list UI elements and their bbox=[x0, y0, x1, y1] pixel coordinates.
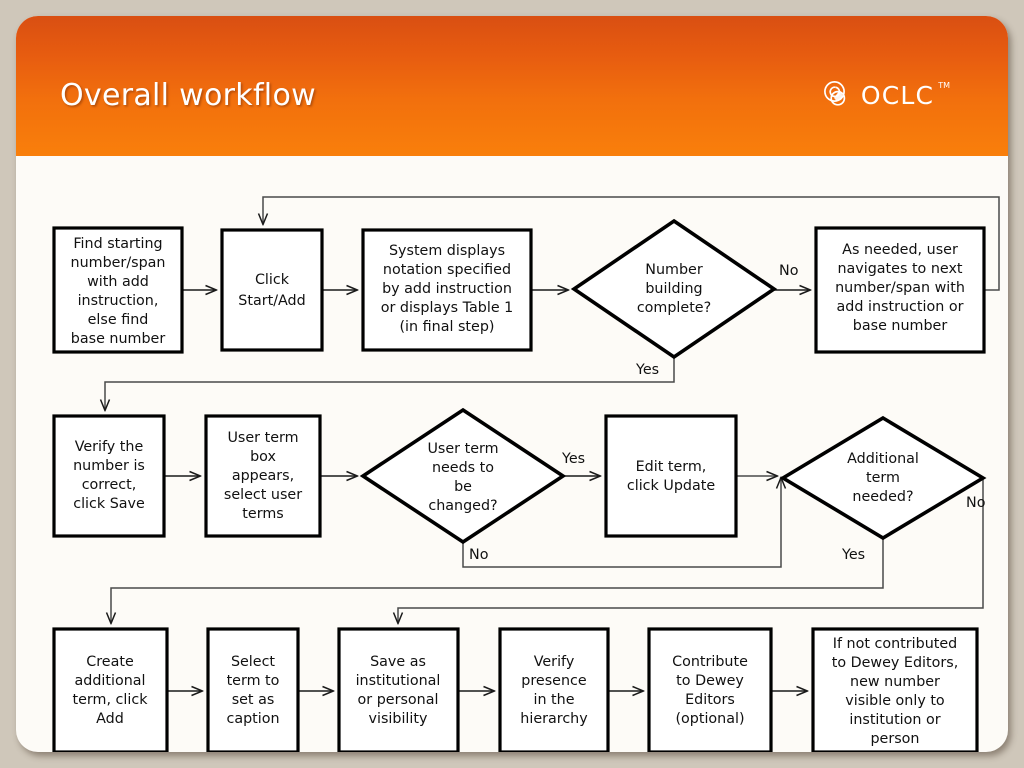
edge-d3-n8 bbox=[111, 538, 884, 623]
node-text-line: As needed, user bbox=[842, 242, 958, 258]
node-text-line: hierarchy bbox=[520, 711, 588, 727]
node-text-line: Number bbox=[645, 262, 703, 278]
node-text-line: appears, bbox=[232, 468, 294, 484]
node-text-line: User term bbox=[227, 430, 298, 446]
edge-label-no-user-term: No bbox=[469, 547, 488, 563]
node-verify-number-click-save[interactable]: Verify the number is correct, click Save bbox=[52, 414, 166, 538]
node-text-line: term to bbox=[227, 673, 280, 689]
node-text-line: navigates to next bbox=[837, 261, 962, 277]
node-system-displays-notation[interactable]: System displays notation specified by ad… bbox=[361, 228, 533, 352]
node-edit-term-click-update[interactable]: Edit term, click Update bbox=[604, 414, 738, 538]
node-text-line: Find starting bbox=[73, 236, 162, 252]
node-text-line: add instruction or bbox=[837, 299, 964, 315]
edge-label-no-number-building: No bbox=[779, 263, 798, 279]
node-text-line: visibility bbox=[369, 711, 428, 727]
node-text-line: additional bbox=[74, 673, 145, 689]
node-text-line: with add bbox=[87, 274, 149, 290]
node-text-line: set as bbox=[232, 692, 275, 708]
node-navigate-next-number[interactable]: As needed, user navigates to next number… bbox=[814, 226, 986, 354]
node-text-line: to Dewey Editors, bbox=[832, 655, 959, 671]
node-text-line: Select bbox=[231, 654, 275, 670]
flowchart-svg: Find starting number/span with add instr… bbox=[52, 196, 1000, 752]
node-text-line: base number bbox=[71, 331, 166, 347]
edge-label-yes-number-building: Yes bbox=[635, 362, 659, 378]
node-contribute-dewey-editors[interactable]: Contribute to Dewey Editors (optional) bbox=[647, 627, 773, 752]
node-number-building-complete-decision[interactable]: Number building complete? bbox=[570, 218, 778, 360]
node-not-contributed-visibility[interactable]: If not contributed to Dewey Editors, new… bbox=[811, 627, 979, 752]
node-text-line: (optional) bbox=[675, 711, 744, 727]
node-click-start-add[interactable]: Click Start/Add bbox=[220, 228, 324, 352]
node-text-line: correct, bbox=[82, 477, 137, 493]
node-save-visibility[interactable]: Save as institutional or personal visibi… bbox=[337, 627, 460, 752]
node-text-line: number is bbox=[73, 458, 145, 474]
node-text-line: click Save bbox=[73, 496, 145, 512]
node-text-line: notation specified bbox=[383, 262, 511, 278]
slide-canvas: Overall workflow OCLC TM Find starting n… bbox=[16, 16, 1008, 752]
node-layer: Find starting number/span with add instr… bbox=[52, 218, 987, 752]
edge-label-no-additional-term: No bbox=[966, 495, 985, 511]
node-text-line: box bbox=[250, 449, 276, 465]
node-text-line: Contribute bbox=[672, 654, 748, 670]
oclc-wordmark: OCLC bbox=[860, 80, 935, 110]
node-text-line: term bbox=[866, 470, 900, 486]
node-text-line: Edit term, bbox=[636, 459, 707, 475]
edge-label-yes-user-term: Yes bbox=[561, 451, 585, 467]
node-user-term-box-appears[interactable]: User term box appears, select user terms bbox=[204, 414, 322, 538]
node-text-line: visible only to bbox=[845, 693, 944, 709]
node-text-line: building bbox=[645, 281, 702, 297]
page-title: Overall workflow bbox=[60, 78, 316, 113]
node-text-line: terms bbox=[242, 506, 283, 522]
node-additional-term-needed-decision[interactable]: Additional term needed? bbox=[779, 415, 987, 541]
node-text-line: institution or bbox=[849, 712, 940, 728]
node-text-line: person bbox=[870, 731, 919, 747]
node-text-line: caption bbox=[226, 711, 279, 727]
node-text-line: Verify the bbox=[75, 439, 144, 455]
node-text-line: System displays bbox=[389, 243, 505, 259]
node-text-line: Editors bbox=[685, 692, 735, 708]
node-text-line: presence bbox=[521, 673, 587, 689]
node-text-line: in the bbox=[533, 692, 574, 708]
node-text-line: User term bbox=[427, 441, 498, 457]
node-text-line: Click bbox=[255, 272, 290, 288]
node-text-line: changed? bbox=[428, 498, 497, 514]
node-text-line: else find bbox=[88, 312, 149, 328]
trademark-symbol: TM bbox=[938, 81, 950, 90]
node-text-line: be bbox=[454, 479, 472, 495]
node-text-line: new number bbox=[850, 674, 940, 690]
node-find-starting-number[interactable]: Find starting number/span with add instr… bbox=[52, 226, 184, 354]
slide-header-banner: Overall workflow OCLC TM bbox=[16, 16, 1008, 156]
edge-d1-n5 bbox=[105, 357, 675, 410]
edge-label-yes-additional-term: Yes bbox=[841, 547, 865, 563]
node-text-line: number/span with bbox=[835, 280, 965, 296]
node-text-line: select user bbox=[224, 487, 302, 503]
node-create-additional-term[interactable]: Create additional term, click Add bbox=[52, 627, 169, 752]
node-text-line: or personal bbox=[358, 692, 439, 708]
node-text-line: number/span bbox=[71, 255, 166, 271]
node-text-line: by add instruction bbox=[382, 281, 512, 297]
node-verify-presence-hierarchy[interactable]: Verify presence in the hierarchy bbox=[498, 627, 610, 752]
node-text-line: Save as bbox=[370, 654, 426, 670]
node-text-line: complete? bbox=[637, 300, 711, 316]
node-text-line: click Update bbox=[627, 478, 715, 494]
node-text-line: Additional bbox=[847, 451, 919, 467]
node-text-line: Add bbox=[96, 711, 124, 727]
node-text-line: needed? bbox=[852, 489, 913, 505]
workflow-flowchart: Find starting number/span with add instr… bbox=[16, 156, 1008, 752]
node-text-line: or displays Table 1 bbox=[381, 300, 514, 316]
oclc-logo: OCLC TM bbox=[820, 78, 950, 112]
node-text-line: base number bbox=[853, 318, 948, 334]
node-text-line: (in final step) bbox=[399, 319, 494, 335]
node-text-line: Create bbox=[86, 654, 134, 670]
node-text-line: institutional bbox=[356, 673, 441, 689]
node-text-line: instruction, bbox=[78, 293, 159, 309]
node-user-term-needs-change-decision[interactable]: User term needs to be changed? bbox=[359, 407, 567, 545]
node-text-line: to Dewey bbox=[676, 673, 744, 689]
node-text-line: needs to bbox=[432, 460, 494, 476]
node-select-term-as-caption[interactable]: Select term to set as caption bbox=[206, 627, 300, 752]
oclc-mark-icon bbox=[823, 81, 846, 106]
node-text-line: Start/Add bbox=[238, 293, 305, 309]
node-text-line: Verify bbox=[534, 654, 575, 670]
node-text-line: If not contributed bbox=[833, 636, 958, 652]
node-text-line: term, click bbox=[73, 692, 149, 708]
